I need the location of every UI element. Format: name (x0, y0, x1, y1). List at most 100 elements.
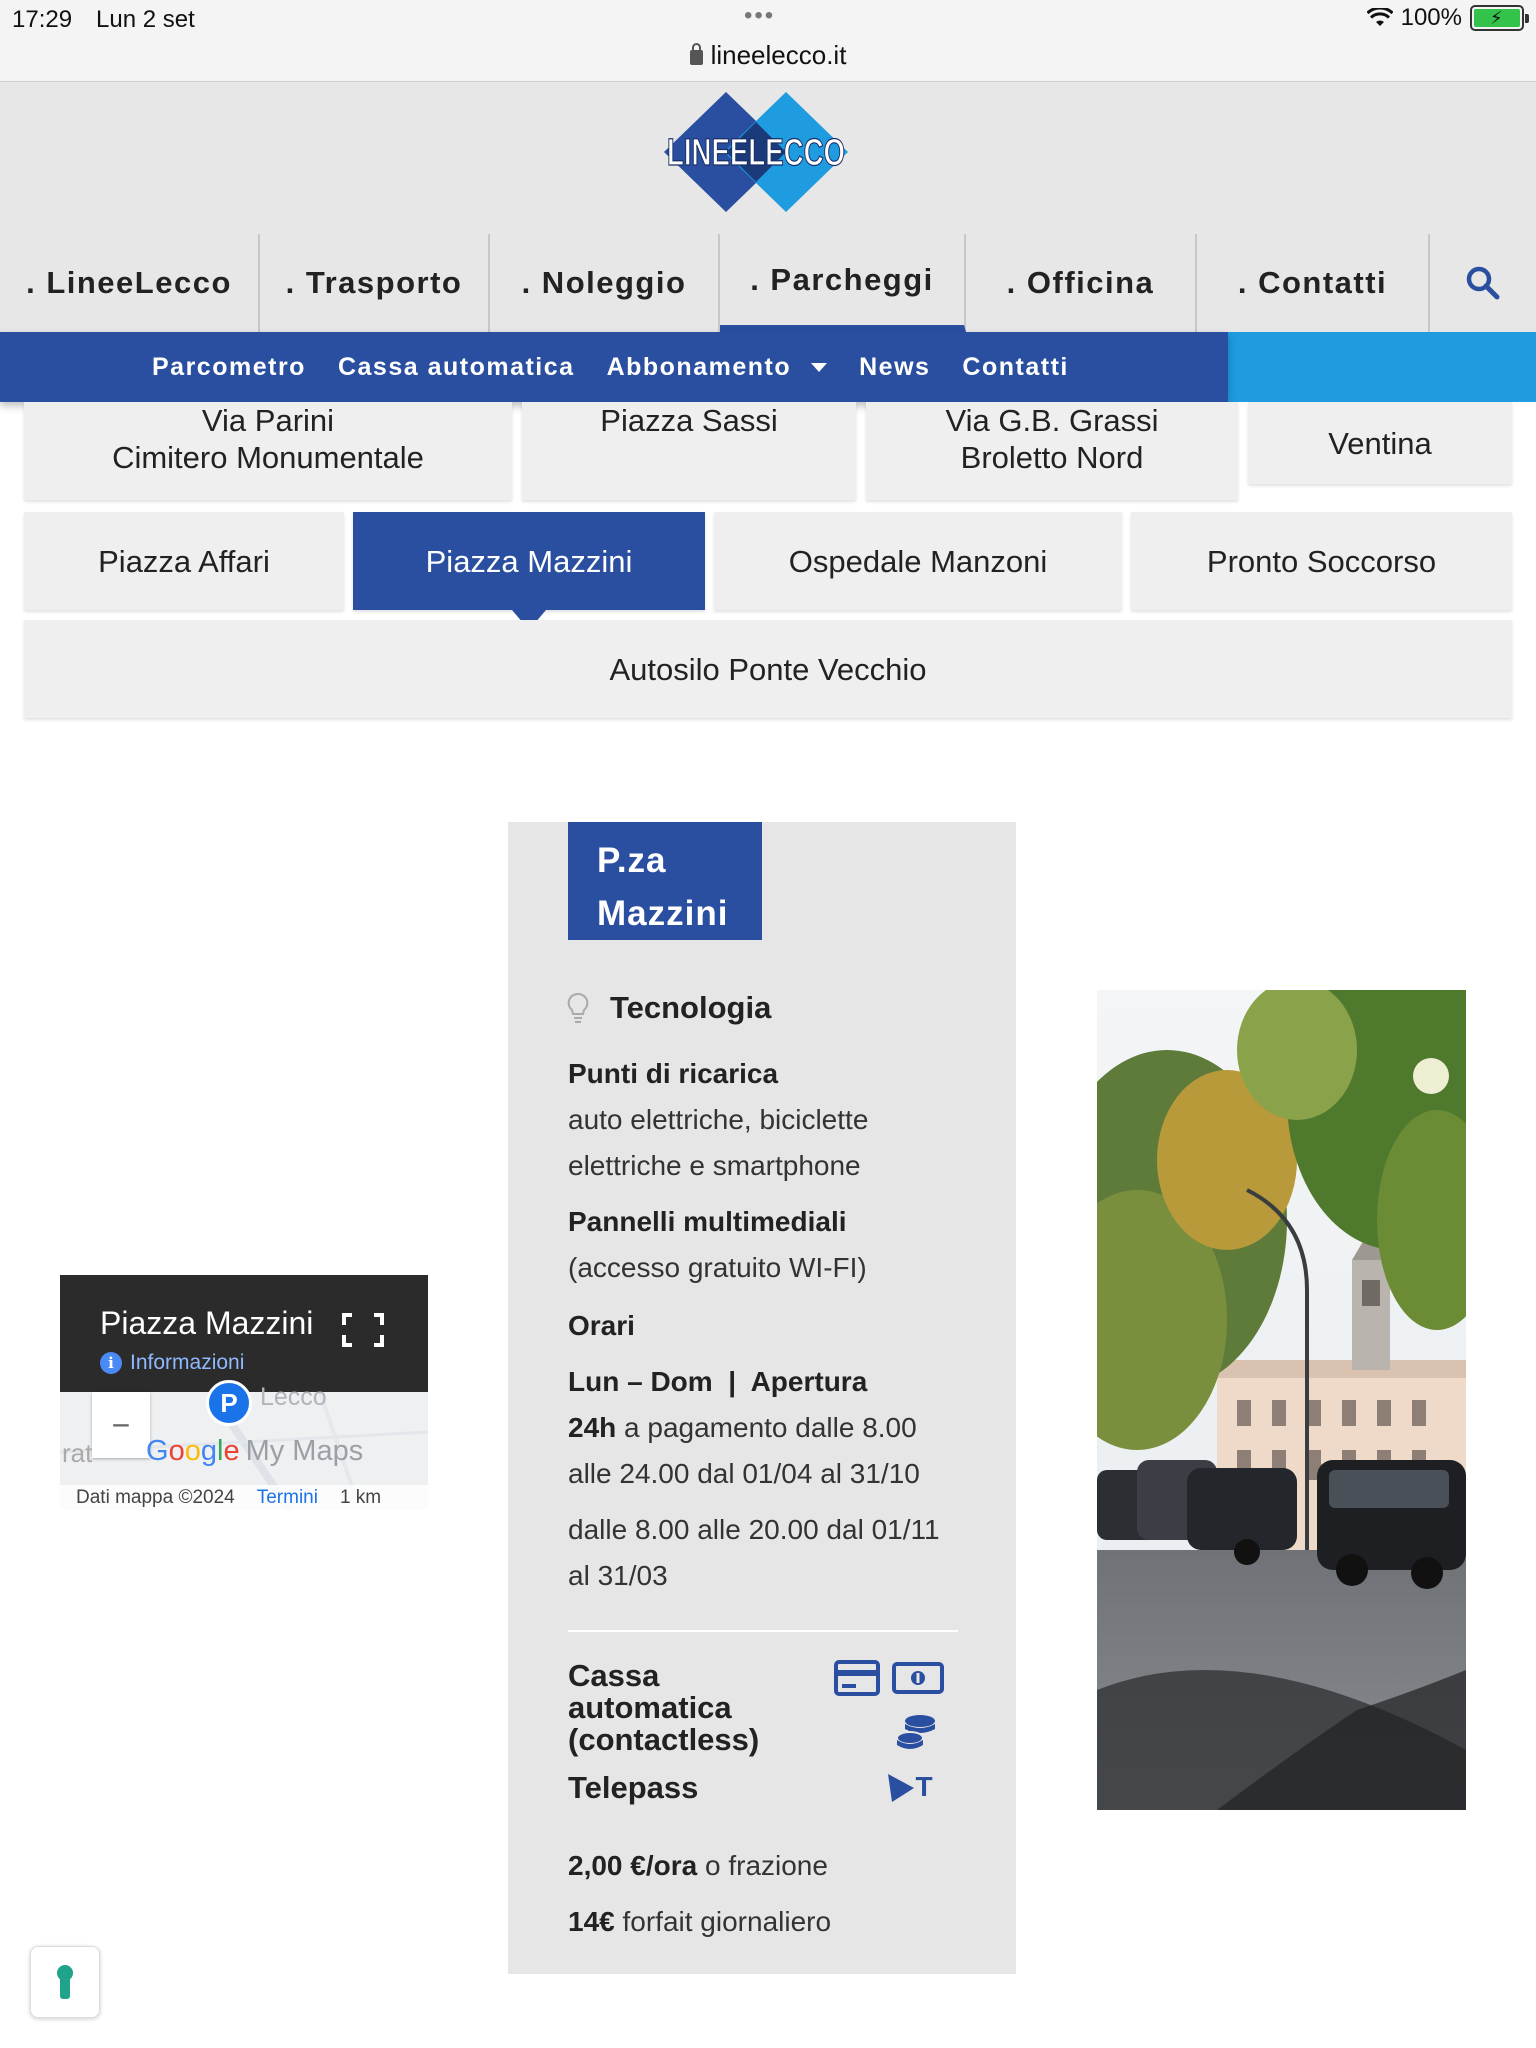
map-title: Piazza Mazzini (100, 1305, 314, 1341)
status-right: 100% ⚡ (1366, 4, 1529, 32)
map-scale: 1 km (339, 1486, 382, 1508)
map-header-bar: Piazza Mazzini i Informazioni (60, 1275, 428, 1392)
piazza-mazzini-photo (1097, 990, 1466, 1810)
cassa-line-2: automatica (568, 1690, 732, 1725)
google-letter: e (223, 1435, 240, 1467)
lineelecco-logo[interactable]: LINEELECCO (664, 92, 848, 212)
price-hour-rest: o frazione (697, 1850, 828, 1881)
status-time: 17:29 (12, 6, 73, 33)
nav-officina[interactable]: . Officina (966, 234, 1197, 332)
tab-via-parini[interactable]: Via Parini Cimitero Monumentale (24, 402, 512, 500)
coins-icon (896, 1715, 935, 1749)
tab-piazza-affari[interactable]: Piazza Affari (24, 512, 344, 610)
wifi-icon (1366, 8, 1393, 26)
card-title-line-1: P.za (597, 841, 667, 880)
search-icon (1466, 266, 1500, 300)
more-dots-icon[interactable]: ••• (744, 2, 775, 30)
lightbulb-icon (567, 992, 589, 1023)
subnav-abbonamento[interactable]: Abbonamento (607, 353, 828, 382)
telepass-icon: T (888, 1771, 933, 1802)
tab-pronto-soccorso[interactable]: Pronto Soccorso (1131, 512, 1512, 610)
banknote-icon (892, 1662, 944, 1694)
tab-line-2: Broletto Nord (960, 440, 1144, 475)
google-letter: o (184, 1435, 201, 1467)
price-day-rest: forfait giornaliero (614, 1906, 832, 1937)
subnav-contatti[interactable]: Contatti (962, 353, 1068, 382)
orari-line-2: alle 24.00 dal 01/04 al 31/10 (568, 1458, 920, 1489)
logo-text: LINEELECCO (667, 132, 845, 174)
orari-line-3: dalle 8.00 alle 20.00 dal 01/11 (568, 1514, 940, 1545)
fullscreen-icon[interactable] (342, 1313, 384, 1347)
tab-label: Via Parini Cimitero Monumentale (112, 402, 424, 476)
zoom-out-button[interactable]: − (92, 1392, 150, 1458)
map-info-link[interactable]: i Informazioni (100, 1351, 244, 1375)
ricarica-line-1: auto elettriche, biciclette (568, 1104, 869, 1135)
chevron-down-icon (811, 362, 828, 372)
orari-line-1: 24h a pagamento dalle 8.00 (568, 1412, 917, 1444)
map-info-label: Informazioni (130, 1351, 245, 1374)
ricarica-title: Punti di ricarica (568, 1058, 779, 1089)
tab-line-1: Via G.B. Grassi (945, 403, 1159, 438)
nav-contatti[interactable]: . Contatti (1197, 234, 1430, 332)
tab-ventina[interactable]: Ventina (1248, 402, 1512, 484)
browser-status-bar: 17:29 Lun 2 set ••• 100% ⚡ lineelecco.it (0, 0, 1536, 82)
card-divider (568, 1630, 958, 1632)
subnav-parcometro[interactable]: Parcometro (152, 353, 306, 382)
search-button[interactable] (1430, 234, 1536, 332)
map-place-fragment: rat (62, 1438, 93, 1468)
nav-parcheggi[interactable]: . Parcheggi (720, 234, 966, 332)
sub-nav-menu: Parcometro Cassa automatica Abbonamento … (0, 332, 1228, 402)
info-icon: i (100, 1352, 122, 1374)
credit-card-icon (834, 1660, 880, 1696)
cassa-line-1: Cassa (568, 1658, 660, 1693)
ricarica-line-2: elettriche e smartphone (568, 1150, 861, 1181)
tech-heading: Tecnologia (566, 990, 771, 1026)
url-text: lineelecco.it (710, 40, 847, 70)
price-hour: 2,00 €/ora o frazione (568, 1850, 828, 1882)
tab-piazza-mazzini[interactable]: Piazza Mazzini (353, 512, 705, 630)
battery-icon: ⚡ (1470, 5, 1529, 31)
telepass-label: Telepass (568, 1770, 699, 1805)
map-place-label: Lecco (260, 1383, 327, 1411)
sub-nav: Parcometro Cassa automatica Abbonamento … (0, 332, 1536, 402)
orari-days: Lun – Dom | Apertura (568, 1366, 868, 1397)
my-maps-label: My Maps (245, 1435, 364, 1467)
price-day: 14€ forfait giornaliero (568, 1906, 831, 1938)
nav-noleggio[interactable]: . Noleggio (490, 234, 720, 332)
map-terms-link[interactable]: Termini (257, 1487, 318, 1509)
nav-linee-lecco[interactable]: . LineeLecco (0, 234, 260, 332)
nav-trasporto[interactable]: . Trasporto (260, 234, 490, 332)
pannelli-desc: (accesso gratuito WI-FI) (568, 1252, 867, 1283)
subnav-news[interactable]: News (859, 353, 930, 382)
telepass-icon-letter: T (915, 1771, 932, 1802)
map-footer: Dati mappa ©2024 Termini 1 km (60, 1485, 428, 1510)
subnav-cassa-automatica[interactable]: Cassa automatica (338, 353, 575, 382)
google-letter: o (168, 1435, 185, 1467)
address-bar[interactable]: lineelecco.it (0, 40, 1536, 71)
battery-percent: 100% (1400, 4, 1462, 31)
tab-piazza-sassi[interactable]: Piazza Sassi (522, 402, 856, 500)
price-hour-value: 2,00 €/ora (568, 1850, 698, 1881)
tab-ospedale-manzoni[interactable]: Ospedale Manzoni (714, 512, 1122, 610)
orari-24h: 24h (568, 1412, 617, 1443)
map-embed[interactable]: Piazza Mazzini i Informazioni Lecco P − r… (60, 1275, 428, 1510)
tab-line-1: Ventina (1328, 425, 1432, 461)
status-date: Lun 2 set (96, 6, 195, 33)
map-data-credit: Dati mappa ©2024 (76, 1486, 235, 1508)
tab-line-2: Cimitero Monumentale (112, 440, 424, 475)
tab-line-1: Via Parini (201, 403, 335, 438)
tab-via-grassi[interactable]: Via G.B. Grassi Broletto Nord (866, 402, 1238, 500)
lock-icon (689, 43, 703, 65)
subnav-abbonamento-label: Abbonamento (606, 352, 792, 381)
orari-title: Orari (568, 1310, 635, 1341)
cassa-line-3: (contactless) (568, 1722, 760, 1757)
keyhole-icon (57, 1965, 73, 1999)
tech-label: Tecnologia (610, 990, 772, 1025)
parking-pin-icon[interactable]: P (206, 1380, 252, 1426)
orari-line-4: al 31/03 (568, 1560, 668, 1591)
accessibility-button[interactable] (30, 1946, 100, 2018)
card-title-line-2: Mazzini (597, 894, 729, 933)
pannelli-title: Pannelli multimediali (568, 1206, 847, 1237)
tab-autosilo-ponte-vecchio[interactable]: Autosilo Ponte Vecchio (24, 620, 1512, 718)
site-header: LINEELECCO . LineeLecco . Trasporto . No… (0, 82, 1536, 332)
